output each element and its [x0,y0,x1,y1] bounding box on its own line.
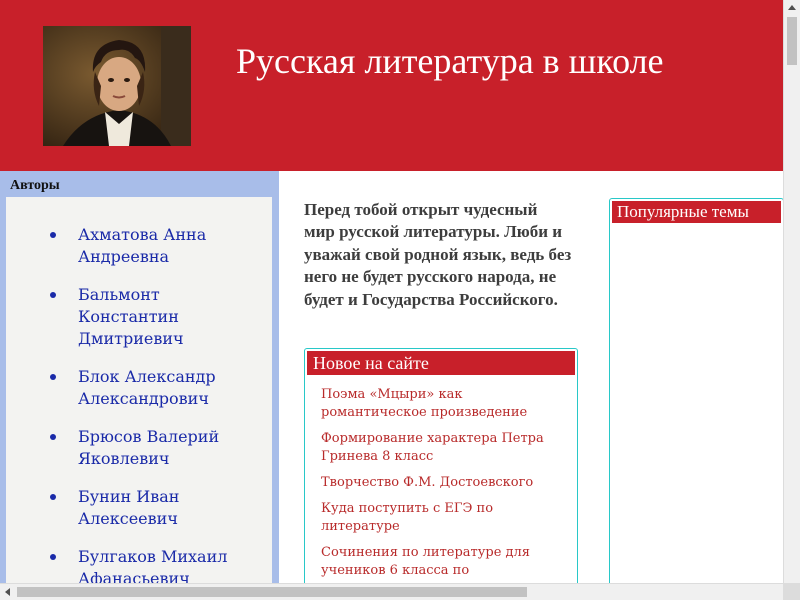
author-link[interactable]: Брюсов Валерий Яковлевич [6,426,248,470]
site-title: Русская литература в школе [236,41,664,81]
sidebar-heading: Авторы [10,178,60,193]
bullet-icon [50,232,56,238]
author-link[interactable]: Блок Александр Александрович [6,366,248,410]
news-link[interactable]: Поэма «Мцыри» как романтическое произвед… [321,386,551,422]
author-link[interactable]: Бунин Иван Алексеевич [6,486,248,530]
chevron-left-icon[interactable] [5,588,10,596]
author-name: Ахматова Анна Андреевна [78,225,207,266]
author-name: Булгаков Михаил Афанасьевич [78,547,228,588]
news-link[interactable]: Творчество Ф.М. Достоевского [321,474,551,492]
horizontal-scrollbar[interactable] [0,583,783,600]
news-link[interactable]: Куда поступить с ЕГЭ по литературе [321,500,551,536]
news-link[interactable]: Формирование характера Петра Гринева 8 к… [321,430,551,466]
portrait-image [43,26,191,146]
bullet-icon [50,554,56,560]
news-box-title: Новое на сайте [307,351,575,375]
authors-sidebar: Авторы Ахматова Анна Андреевна Бальмонт … [0,171,279,597]
news-box: Новое на сайте Поэма «Мцыри» как романти… [304,348,578,590]
intro-text: Перед тобой открыт чудесный мир русской … [304,200,572,309]
horizontal-scroll-thumb[interactable] [17,587,527,597]
authors-list: Ахматова Анна Андреевна Бальмонт Констан… [6,224,272,597]
author-link[interactable]: Бальмонт Константин Дмитриевич [6,284,248,350]
author-name: Брюсов Валерий Яковлевич [78,427,220,468]
author-name: Бальмонт Константин Дмитриевич [78,285,184,348]
author-link[interactable]: Ахматова Анна Андреевна [6,224,248,268]
site-header: Русская литература в школе [0,0,783,171]
author-name: Блок Александр Александрович [78,367,216,408]
author-name: Бунин Иван Алексеевич [78,487,180,528]
vertical-scroll-thumb[interactable] [787,17,797,65]
news-box-title-text: Новое на сайте [313,353,429,373]
scrollbar-corner [783,583,800,600]
bullet-icon [50,494,56,500]
bullet-icon [50,374,56,380]
chevron-up-icon[interactable] [788,5,796,10]
authors-panel: Ахматова Анна Андреевна Бальмонт Констан… [6,197,272,597]
news-link[interactable]: Сочинения по литературе для учеников 6 к… [321,544,551,580]
bullet-icon [50,434,56,440]
popular-box-title-text: Популярные темы [617,202,749,221]
vertical-scrollbar[interactable] [783,0,800,583]
news-list: Поэма «Мцыри» как романтическое произвед… [321,386,551,588]
popular-box-title: Популярные темы [612,201,781,223]
popular-box: Популярные темы [609,198,784,600]
bullet-icon [50,292,56,298]
